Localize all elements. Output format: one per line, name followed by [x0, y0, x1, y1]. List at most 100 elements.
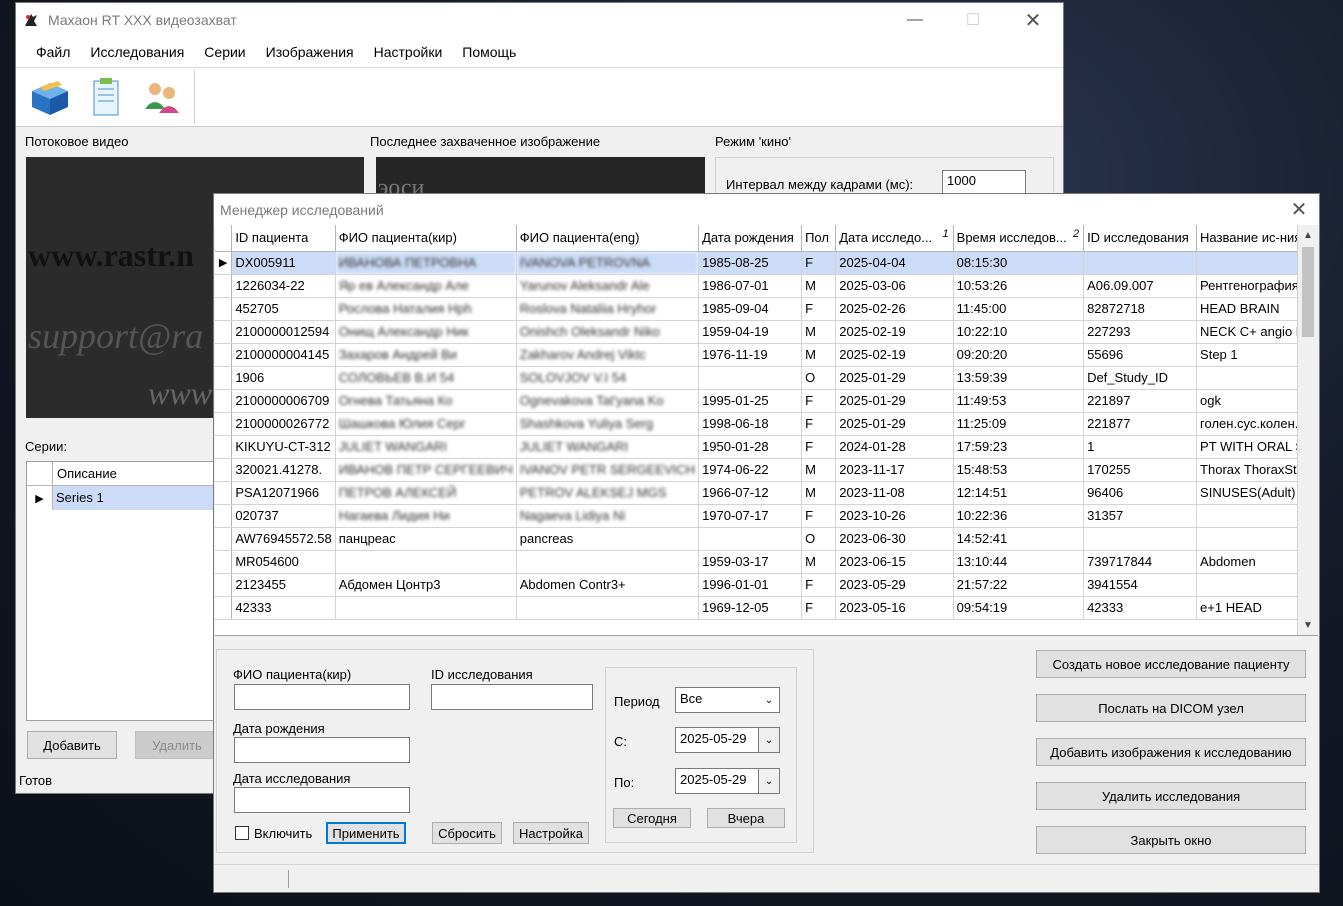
add-images-button[interactable]: Добавить изображения к исследованию: [1036, 738, 1306, 766]
study-date-filter-input[interactable]: [234, 787, 410, 813]
table-cell: Nagaeva Lidiya Ni: [516, 504, 700, 528]
table-cell: Yarunov Aleksandr Ale: [516, 274, 700, 298]
menu-file[interactable]: Файл: [26, 44, 80, 60]
table-cell: Onishch Oleksandr Niko: [516, 320, 700, 344]
close-icon[interactable]: ✕: [1010, 3, 1056, 37]
col-fio-eng[interactable]: ФИО пациента(eng): [516, 225, 700, 252]
table-cell: [335, 596, 517, 620]
table-cell: 10:22:10: [953, 320, 1085, 344]
users-icon: [145, 83, 179, 113]
fio-filter-input[interactable]: [234, 684, 410, 710]
table-cell: Онищ Александр Ник: [335, 320, 517, 344]
table-row[interactable]: 452705 Рослова Наталия Hph Roslova Natalii…: [215, 297, 1318, 321]
table-cell: 2025-02-26: [835, 297, 954, 321]
table-row[interactable]: 320021.41278. ИВАНОВ ПЕТР СЕРГЕЕВИЧ IVANOV…: [215, 458, 1318, 482]
table-cell: 2023-06-15: [835, 550, 954, 574]
table-cell: MR054600: [231, 550, 336, 574]
close-window-button[interactable]: Закрыть окно: [1036, 826, 1306, 854]
dialog-close-icon[interactable]: ✕: [1276, 194, 1322, 225]
table-cell: F: [801, 297, 837, 321]
table-cell: Абдомен Цонтр3: [335, 573, 517, 597]
table-row[interactable]: 2100000026772 Шашкова Юлия Серг Shashkova …: [215, 412, 1318, 436]
table-cell: 42333: [1083, 596, 1198, 620]
table-cell: 1985-08-25: [698, 251, 803, 275]
table-cell: ИВАНОВА ПЕТРОВНА: [335, 251, 517, 275]
create-study-button[interactable]: Создать новое исследование пациенту: [1036, 650, 1306, 678]
table-row[interactable]: 2100000012594 Онищ Александр Ник Onishch O…: [215, 320, 1318, 344]
delete-series-button[interactable]: Удалить: [135, 731, 219, 759]
col-sex[interactable]: Пол: [801, 225, 837, 252]
document-button[interactable]: [78, 70, 134, 124]
menu-help[interactable]: Помощь: [452, 44, 526, 60]
table-cell: 452705: [231, 297, 336, 321]
filter-settings-button[interactable]: Настройка: [513, 822, 589, 844]
col-birth-date[interactable]: Дата рождения: [698, 225, 803, 252]
table-row[interactable]: PSA12071966 ПЕТРОВ АЛЕКСЕЙ PETROV ALEKSEJ …: [215, 481, 1318, 505]
table-cell: [1083, 251, 1198, 275]
grid-scrollbar[interactable]: ▲ ▼: [1297, 225, 1318, 635]
table-cell: 1970-07-17: [698, 504, 803, 528]
reset-button[interactable]: Сбросить: [432, 822, 502, 844]
table-row[interactable]: 42333 1969-12-05 F 2023-05-16 09:54:19 42333 e…: [215, 596, 1318, 620]
table-cell: 227293: [1083, 320, 1198, 344]
table-cell: 2123455: [231, 573, 336, 597]
scroll-up-icon[interactable]: ▲: [1298, 225, 1318, 245]
col-study-id[interactable]: ID исследования: [1083, 225, 1198, 252]
from-date-picker[interactable]: 2025-05-29 ⌄: [675, 727, 780, 753]
table-row[interactable]: MR054600 1959-03-17 M 2023-06-15 13:10:44 739…: [215, 550, 1318, 574]
main-window-title: Махаон RT XXX видеозахват: [48, 12, 237, 28]
add-series-button[interactable]: Добавить: [27, 731, 117, 759]
menu-series[interactable]: Серии: [194, 44, 255, 60]
study-id-filter-input[interactable]: [431, 684, 593, 710]
sort-order-2-icon: 2: [1072, 228, 1080, 240]
scroll-thumb[interactable]: [1302, 247, 1314, 337]
table-row[interactable]: AW76945572.58 панцреас pancreas O 2023-06-30…: [215, 527, 1318, 551]
col-patient-id[interactable]: ID пациента: [231, 225, 336, 252]
patients-button[interactable]: [134, 70, 190, 124]
table-row[interactable]: 2100000004145 Захаров Андрей Ви Zakharov A…: [215, 343, 1318, 367]
menu-images[interactable]: Изображения: [256, 44, 364, 60]
table-row[interactable]: KIKUYU-CT-312 JULIET WANGARI JULIET WANGAR…: [215, 435, 1318, 459]
table-cell: 82872718: [1083, 297, 1198, 321]
period-select[interactable]: Все ⌄: [675, 687, 780, 713]
header-indicator: [215, 225, 233, 252]
to-date-picker[interactable]: 2025-05-29 ⌄: [675, 768, 780, 794]
col-study-time[interactable]: Время исследов... 2: [953, 225, 1085, 252]
table-row[interactable]: 1226034-22 Яр ев Александр Але Yarunov Ale…: [215, 274, 1318, 298]
series-header-description[interactable]: Описание: [53, 462, 215, 486]
table-cell: [516, 550, 700, 574]
table-row[interactable]: 2123455 Абдомен Цонтр3 Abdomen Contr3+ 1996…: [215, 573, 1318, 597]
from-date-value: 2025-05-29: [680, 731, 747, 746]
table-row[interactable]: 020737 Нагаева Лидия Ни Nagaeva Lidiya Ni 1…: [215, 504, 1318, 528]
send-dicom-button[interactable]: Послать на DICOM узел: [1036, 694, 1306, 722]
to-date-value: 2025-05-29: [680, 772, 747, 787]
chevron-down-icon[interactable]: ⌄: [758, 769, 779, 793]
maximize-icon[interactable]: ☐: [950, 3, 996, 37]
col-study-date[interactable]: Дата исследо... 1: [835, 225, 954, 252]
menu-settings[interactable]: Настройки: [364, 44, 453, 60]
table-cell: 2025-04-04: [835, 251, 954, 275]
include-checkbox[interactable]: [235, 826, 249, 840]
apply-button[interactable]: Применить: [326, 822, 406, 844]
main-title-bar[interactable]: Махаон RT XXX видеозахват — ☐ ✕: [16, 3, 1063, 37]
table-row[interactable]: 2100000006709 Огнева Татьяна Ко Ognevakova…: [215, 389, 1318, 413]
birth-filter-input[interactable]: [234, 737, 410, 763]
table-row[interactable]: 1906 СОЛОВЬЕВ В.И 54 SOLOVJOV V.I 54 O 2025-…: [215, 366, 1318, 390]
dialog-title-bar[interactable]: Менеджер исследований ✕: [214, 194, 1319, 225]
menu-studies[interactable]: Исследования: [80, 44, 194, 60]
yesterday-button[interactable]: Вчера: [707, 808, 785, 828]
table-cell: Шашкова Юлия Серг: [335, 412, 517, 436]
table-cell: IVANOV PETR SERGEEVICH: [516, 458, 700, 482]
series-row[interactable]: Series 1: [53, 486, 215, 510]
delete-studies-button[interactable]: Удалить исследования: [1036, 782, 1306, 810]
today-button[interactable]: Сегодня: [613, 808, 691, 828]
table-cell: 1950-01-28: [698, 435, 803, 459]
open-box-button[interactable]: [22, 70, 78, 124]
chevron-down-icon[interactable]: ⌄: [758, 728, 779, 752]
table-cell: 10:53:26: [953, 274, 1085, 298]
table-row[interactable]: ▶ DX005911 ИВАНОВА ПЕТРОВНА IVANOVA PETROVN…: [215, 251, 1318, 275]
col-fio-cyr[interactable]: ФИО пациента(кир): [335, 225, 517, 252]
table-cell: DX005911: [231, 251, 336, 275]
minimize-icon[interactable]: —: [892, 3, 938, 37]
scroll-down-icon[interactable]: ▼: [1298, 615, 1318, 635]
